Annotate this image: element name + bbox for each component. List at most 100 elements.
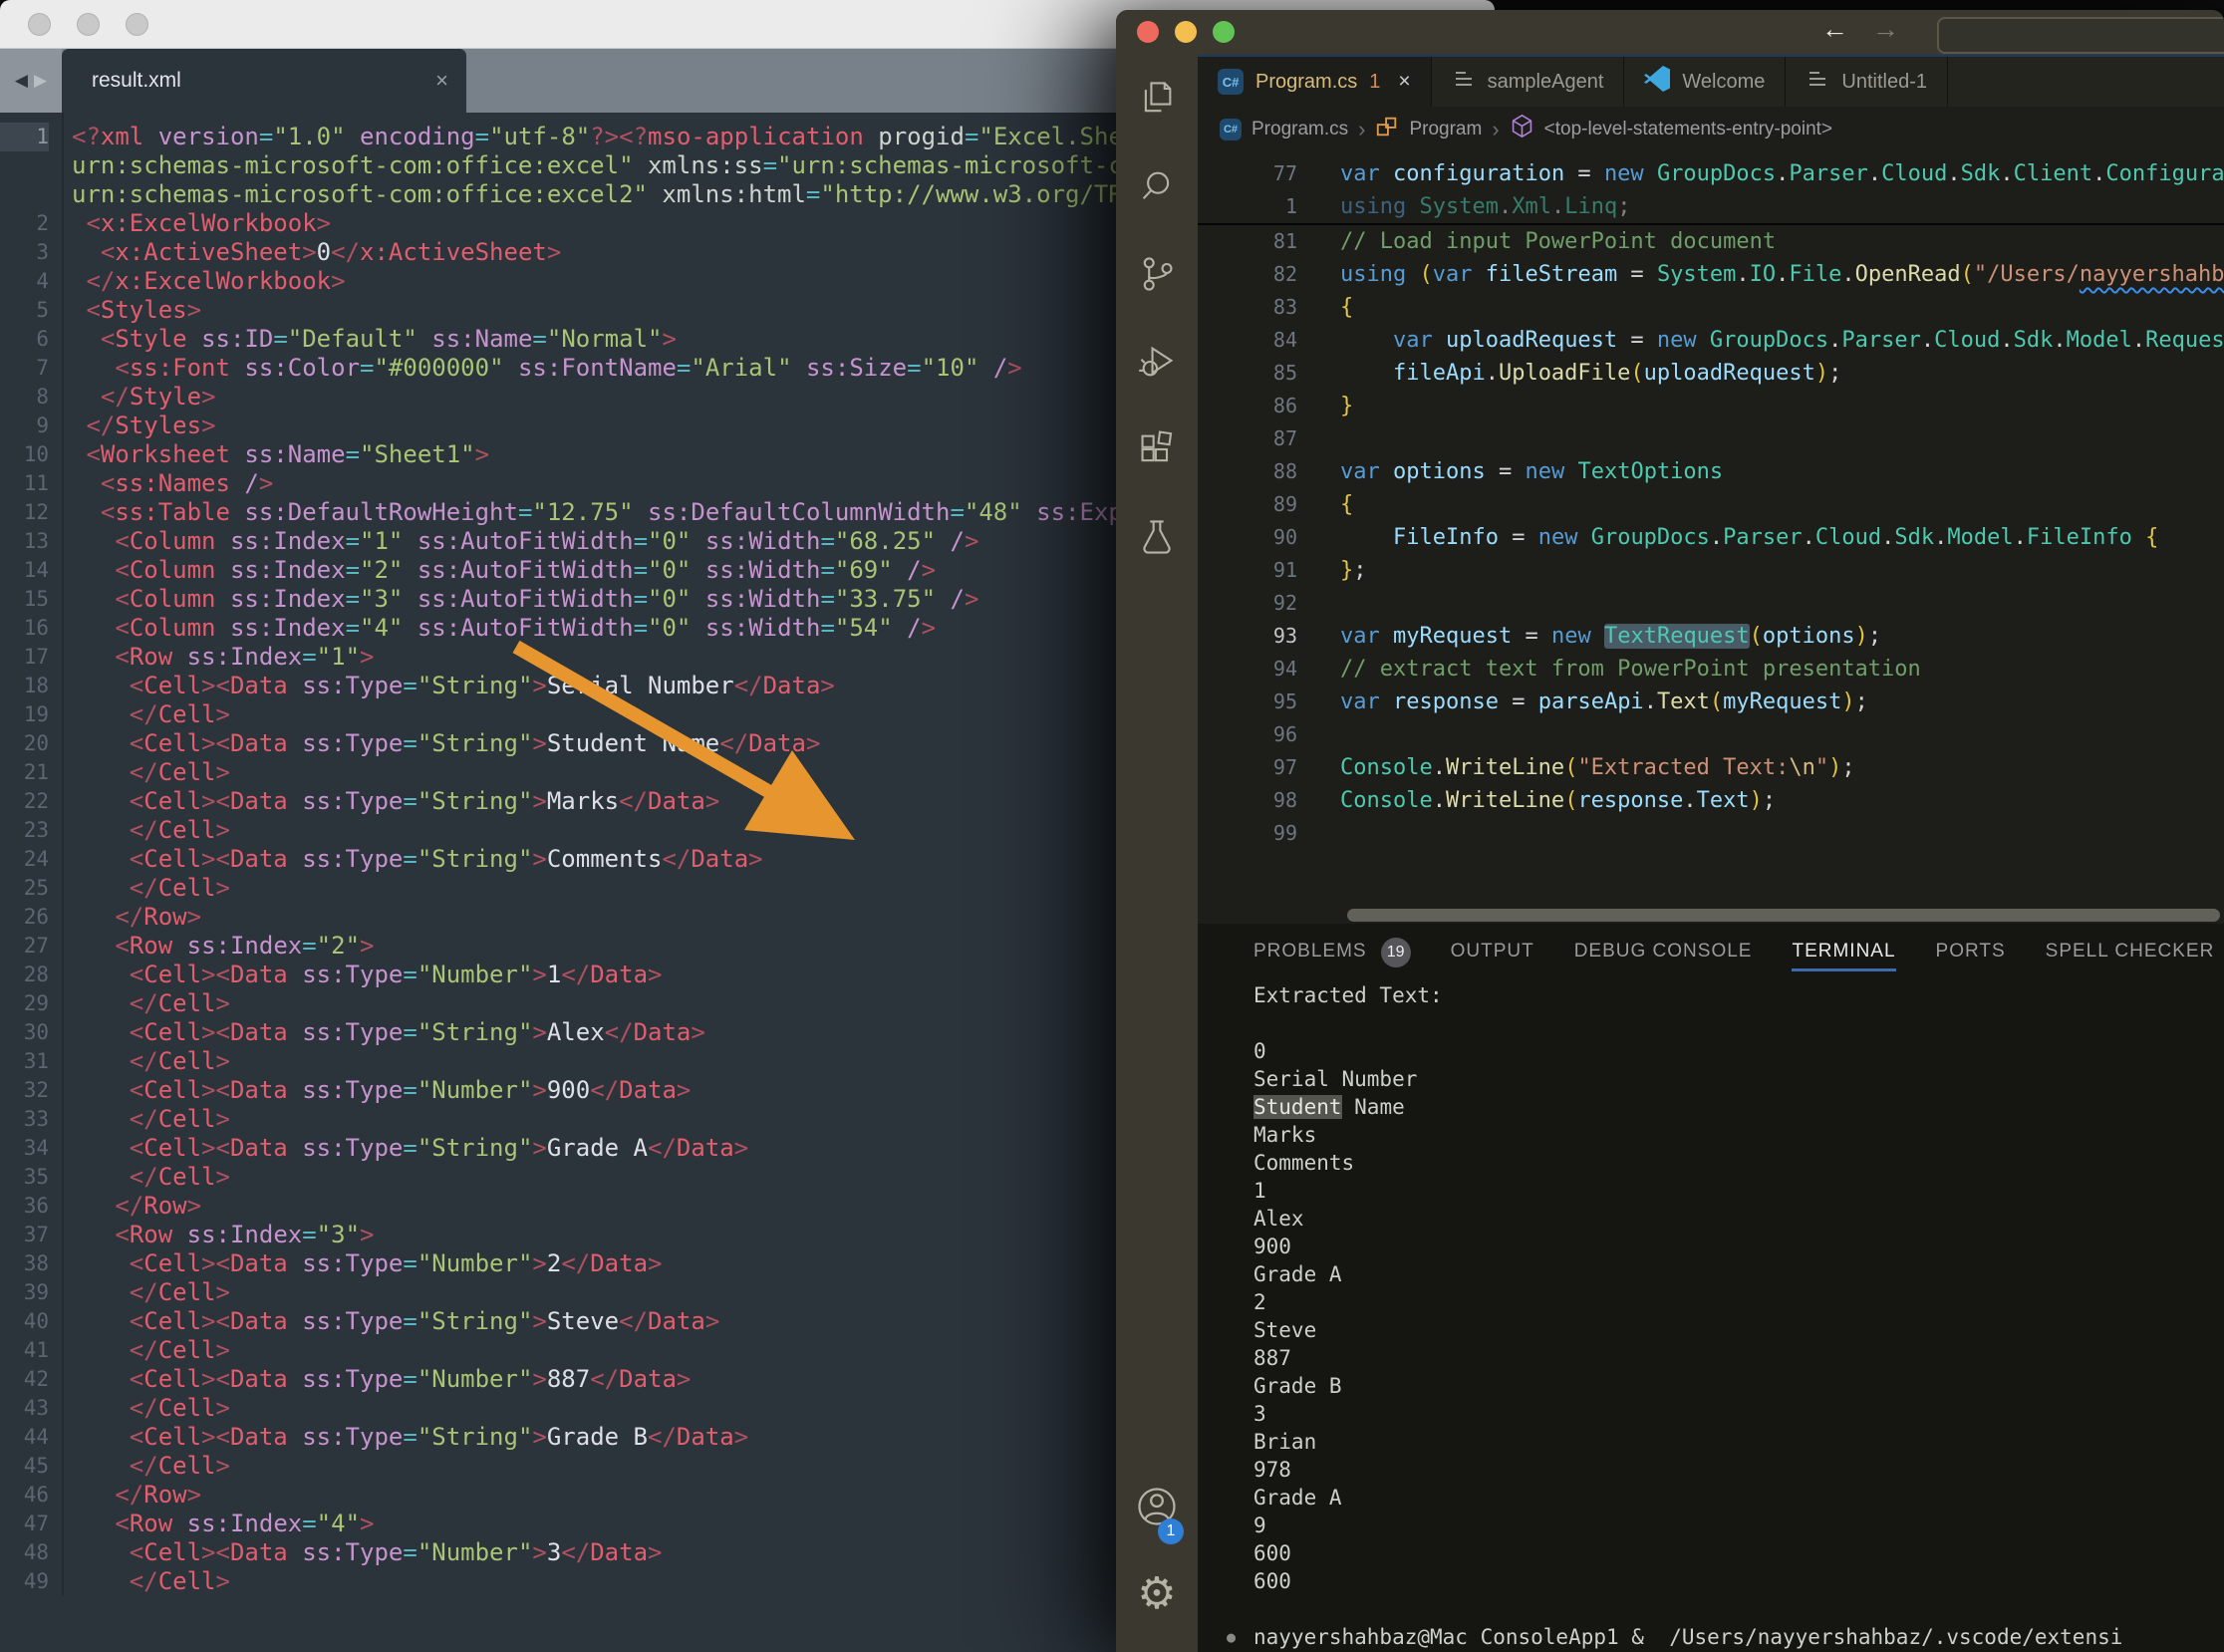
horizontal-scrollbar[interactable]	[1347, 909, 2220, 922]
breadcrumb-file[interactable]: Program.cs	[1251, 119, 1348, 140]
test-beaker-icon[interactable]	[1116, 493, 1198, 581]
code-line: Grade B	[1253, 1372, 2224, 1400]
code-line: Marks	[1253, 1121, 2224, 1149]
code-line	[1253, 1595, 2224, 1623]
tab-back-icon[interactable]: ◀	[15, 71, 28, 91]
code-line: 2	[1253, 1288, 2224, 1316]
panel-tab-problems[interactable]: PROBLEMS 19	[1253, 935, 1411, 971]
class-symbol-icon	[1375, 115, 1399, 144]
code-line: 3	[1253, 1400, 2224, 1428]
zoom-window-icon[interactable]	[126, 13, 148, 36]
extensions-icon[interactable]	[1116, 406, 1198, 493]
csharp-file-icon: C#	[1218, 69, 1244, 95]
account-badge: 1	[1158, 1518, 1184, 1544]
code-line: Comments	[1253, 1149, 2224, 1177]
panel-tab-spell-checker[interactable]: SPELL CHECKER	[2046, 935, 2215, 971]
tab-label: Welcome	[1682, 71, 1765, 94]
vscode-titlebar[interactable]: ←→	[1116, 10, 2224, 55]
code-line: 85 fileApi.UploadFile(uploadRequest);	[1198, 357, 2224, 390]
breadcrumb-class[interactable]: Program	[1409, 119, 1482, 140]
code-line: ● nayyershahbaz@Mac ConsoleApp1 & /Users…	[1253, 1623, 2224, 1651]
code-line: 96	[1198, 718, 2224, 751]
tab-label: Untitled-1	[1841, 71, 1927, 94]
tab-forward-icon[interactable]: ▶	[34, 71, 47, 91]
run-debug-icon[interactable]	[1116, 318, 1198, 406]
code-line: 600	[1253, 1539, 2224, 1567]
panel-tab-ports[interactable]: PORTS	[1936, 935, 2006, 971]
code-line: 900	[1253, 1233, 2224, 1260]
code-line: 93var myRequest = new TextRequest(option…	[1198, 620, 2224, 653]
editor-tabs: C# Program.cs 1 × sampleAgent Welcome	[1198, 55, 2224, 107]
tab-untitled-1[interactable]: Untitled-1	[1786, 57, 1948, 107]
breadcrumb-symbol[interactable]: <top-level-statements-entry-point>	[1544, 119, 1832, 140]
panel-tab-debug-console[interactable]: DEBUG CONSOLE	[1574, 935, 1753, 971]
namespace-cube-icon	[1510, 114, 1534, 144]
nav-back-icon[interactable]: ←	[1821, 14, 1872, 44]
minimize-window-icon[interactable]	[77, 13, 100, 36]
tab-problem-count: 1	[1369, 71, 1380, 94]
vscode-traffic-lights[interactable]	[1137, 21, 1235, 43]
panel-tabs: PROBLEMS 19 OUTPUT DEBUG CONSOLE TERMINA…	[1253, 924, 2224, 981]
chevron-right-icon: ›	[1492, 117, 1499, 142]
code-line: Steve	[1253, 1316, 2224, 1344]
code-line: Serial Number	[1253, 1065, 2224, 1093]
code-line: 88var options = new TextOptions	[1198, 455, 2224, 488]
tab-label: sampleAgent	[1488, 71, 1604, 94]
terminal-output[interactable]: Extracted Text: 0Serial NumberStudent Nam…	[1253, 981, 2224, 1651]
search-icon[interactable]	[1116, 142, 1198, 230]
code-line: 600	[1253, 1567, 2224, 1595]
tab-program-cs[interactable]: C# Program.cs 1 ×	[1198, 57, 1432, 107]
screenshot-stage: ◀ ▶ result.xml × 1<?xml version="1.0" en…	[0, 0, 2224, 1652]
cs-code: 77var configuration = new GroupDocs.Pars…	[1198, 157, 2224, 850]
code-line: 0	[1253, 1037, 2224, 1065]
tab-sampleagent[interactable]: sampleAgent	[1432, 57, 1625, 107]
tab-label: result.xml	[92, 69, 435, 93]
code-line: 97Console.WriteLine("Extracted Text:\n")…	[1198, 751, 2224, 784]
search-input[interactable]	[1939, 19, 2224, 52]
account-icon[interactable]: 1	[1116, 1463, 1198, 1550]
tab-welcome[interactable]: Welcome	[1624, 57, 1786, 107]
zoom-window-icon[interactable]	[1213, 21, 1235, 43]
code-line: 91};	[1198, 554, 2224, 587]
explorer-icon[interactable]	[1116, 55, 1198, 142]
nav-forward-icon[interactable]: →	[1872, 14, 1923, 44]
code-line: Grade A	[1253, 1484, 2224, 1512]
code-line: 9	[1253, 1512, 2224, 1539]
code-line: 90 FileInfo = new GroupDocs.Parser.Cloud…	[1198, 521, 2224, 554]
cs-editor[interactable]: 77var configuration = new GroupDocs.Pars…	[1198, 151, 2224, 924]
close-window-icon[interactable]	[1137, 21, 1159, 43]
code-line: 82using (var fileStream = System.IO.File…	[1198, 258, 2224, 291]
breadcrumb: C# Program.cs › Program › <top-level-sta…	[1198, 107, 2224, 151]
command-center-search[interactable]	[1937, 17, 2224, 54]
code-line: Alex	[1253, 1205, 2224, 1233]
minimize-window-icon[interactable]	[1175, 21, 1197, 43]
history-nav: ←→	[1821, 14, 1923, 45]
settings-gear-icon[interactable]: ⚙	[1116, 1550, 1198, 1638]
left-traffic-lights[interactable]	[28, 13, 148, 36]
code-line: 1	[1253, 1177, 2224, 1205]
source-control-icon[interactable]	[1116, 230, 1198, 318]
close-tab-icon[interactable]: ×	[1398, 70, 1410, 94]
code-line: 94// extract text from PowerPoint presen…	[1198, 653, 2224, 686]
list-file-icon	[1806, 67, 1829, 97]
list-file-icon	[1452, 67, 1476, 97]
code-line: 978	[1253, 1456, 2224, 1484]
code-line: Grade A	[1253, 1260, 2224, 1288]
tab-label: Program.cs	[1255, 71, 1357, 94]
code-line: 84 var uploadRequest = new GroupDocs.Par…	[1198, 324, 2224, 357]
code-line: 87	[1198, 422, 2224, 455]
problems-count-badge: 19	[1381, 938, 1411, 967]
code-line: 1using System.Xml.Linq;	[1198, 190, 2224, 225]
code-line: 98Console.WriteLine(response.Text);	[1198, 784, 2224, 817]
vscode-logo-icon	[1644, 65, 1670, 99]
code-line: Extracted Text:	[1253, 981, 2224, 1009]
close-window-icon[interactable]	[28, 13, 51, 36]
close-tab-icon[interactable]: ×	[435, 68, 448, 94]
tab-result-xml[interactable]: result.xml ×	[62, 49, 466, 113]
code-line: Student Name	[1253, 1093, 2224, 1121]
panel-tab-terminal[interactable]: TERMINAL	[1792, 935, 1895, 971]
csharp-file-icon: C#	[1220, 119, 1242, 140]
tab-nav-buttons[interactable]: ◀ ▶	[0, 49, 62, 113]
panel-tab-output[interactable]: OUTPUT	[1451, 935, 1534, 971]
code-line: 887	[1253, 1344, 2224, 1372]
